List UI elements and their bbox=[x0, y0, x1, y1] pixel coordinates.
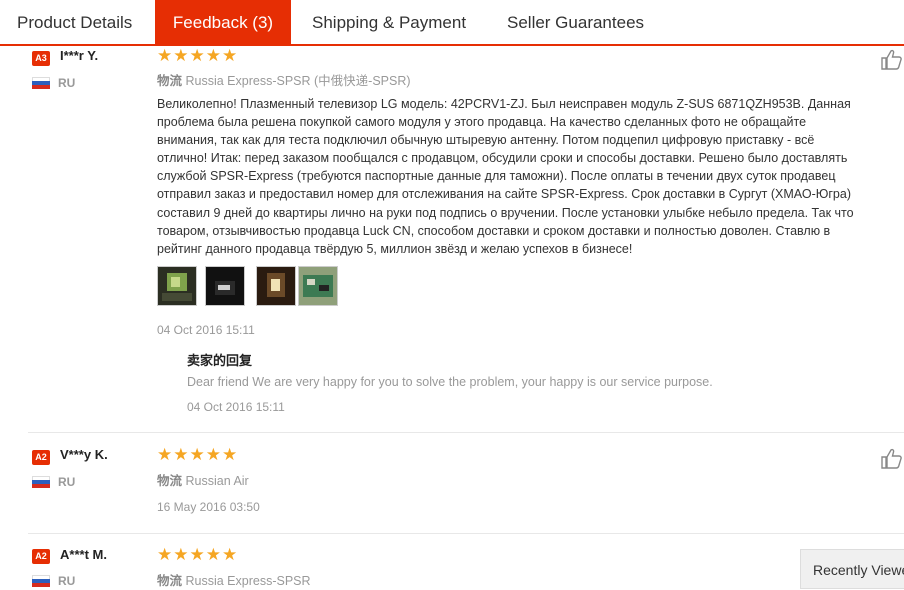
logistics-label: 物流 bbox=[157, 74, 183, 88]
buyer-level-badge: A3 bbox=[32, 51, 50, 66]
russia-flag-icon bbox=[32, 77, 50, 89]
tab-shipping-payment[interactable]: Shipping & Payment bbox=[312, 0, 466, 44]
star-rating: ★★★★★ bbox=[157, 46, 239, 65]
seller-reply-date: 04 Oct 2016 15:11 bbox=[187, 400, 285, 414]
review-divider bbox=[28, 432, 904, 433]
seller-reply-text: Dear friend We are very happy for you to… bbox=[187, 375, 713, 389]
buyer-level-badge: A2 bbox=[32, 549, 50, 564]
tab-bar: Product Details Feedback (3) Shipping & … bbox=[0, 0, 904, 46]
logistics-label: 物流 bbox=[157, 474, 183, 488]
logistics-label: 物流 bbox=[157, 574, 183, 588]
russia-flag-icon bbox=[32, 575, 50, 587]
review-date: 04 Oct 2016 15:11 bbox=[157, 323, 255, 337]
review-photo[interactable] bbox=[157, 266, 197, 306]
star-rating: ★★★★★ bbox=[157, 445, 239, 464]
thumbs-up-icon[interactable] bbox=[880, 48, 904, 70]
russia-flag-icon bbox=[32, 476, 50, 488]
buyer-country: RU bbox=[58, 76, 76, 90]
photo-tv-screen bbox=[158, 267, 196, 305]
buyer-name: I***r Y. bbox=[60, 48, 99, 63]
photo-tv-dark bbox=[206, 267, 244, 305]
logistics-method: Russian Air bbox=[185, 474, 249, 488]
buyer-name: A***t M. bbox=[60, 547, 107, 562]
buyer-country: RU bbox=[58, 475, 76, 489]
review-photo[interactable] bbox=[298, 266, 338, 306]
logistics-method: Russia Express-SPSR (中俄快递-SPSR) bbox=[185, 74, 411, 88]
recently-viewed-button[interactable]: Recently Viewed bbox=[800, 549, 904, 589]
tab-feedback[interactable]: Feedback (3) bbox=[155, 0, 291, 44]
review-photo[interactable] bbox=[256, 266, 296, 306]
photo-circuit-board bbox=[299, 267, 337, 305]
logistics-info: 物流 Russian Air bbox=[157, 470, 249, 489]
review-date: 16 May 2016 03:50 bbox=[157, 500, 260, 514]
review-text: Великолепно! Плазменный телевизор LG мод… bbox=[157, 97, 854, 256]
buyer-level-badge: A2 bbox=[32, 450, 50, 465]
review-photo[interactable] bbox=[205, 266, 245, 306]
tab-seller-guarantees[interactable]: Seller Guarantees bbox=[507, 0, 644, 44]
star-rating: ★★★★★ bbox=[157, 545, 239, 564]
logistics-info: 物流 Russia Express-SPSR bbox=[157, 570, 311, 589]
photo-tv-glow bbox=[257, 267, 295, 305]
seller-reply-title: 卖家的回复 bbox=[187, 353, 253, 368]
buyer-name: V***y K. bbox=[60, 447, 108, 462]
tab-product-details[interactable]: Product Details bbox=[17, 0, 132, 44]
review-divider bbox=[28, 533, 904, 534]
thumbs-up-icon[interactable] bbox=[880, 447, 904, 469]
logistics-method: Russia Express-SPSR bbox=[185, 574, 311, 588]
logistics-info: 物流 Russia Express-SPSR (中俄快递-SPSR) bbox=[157, 70, 411, 89]
buyer-country: RU bbox=[58, 574, 76, 588]
